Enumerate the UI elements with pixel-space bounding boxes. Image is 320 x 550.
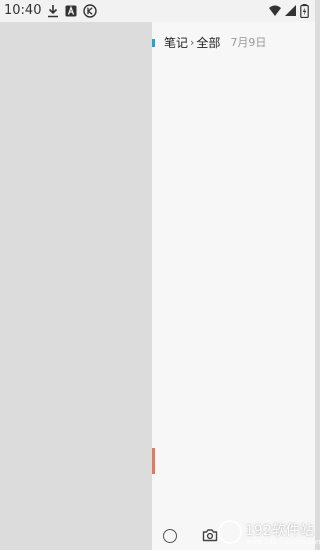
- notes-panel: 笔记 › 全部 7月9日: [152, 22, 315, 550]
- navigation-drawer-scrim[interactable]: [0, 22, 152, 550]
- date-label: 7月9日: [230, 36, 267, 49]
- text-box-icon: [65, 5, 77, 17]
- breadcrumb-separator: ›: [190, 35, 195, 49]
- signal-icon: [285, 5, 296, 16]
- watermark-text: 192软件站: [245, 523, 314, 539]
- breadcrumb-all[interactable]: 全部: [196, 34, 220, 51]
- circle-icon[interactable]: [163, 529, 177, 543]
- camera-icon[interactable]: [202, 528, 218, 542]
- watermark-url: www.192ruanjian.com: [245, 538, 320, 546]
- download-icon: [48, 5, 58, 18]
- status-bar: 10:40: [0, 0, 315, 22]
- battery-charging-icon: [300, 4, 309, 18]
- wifi-icon: [269, 5, 281, 16]
- breadcrumb: 笔记 › 全部 7月9日: [164, 33, 266, 51]
- watermark-logo: [218, 520, 242, 544]
- status-time: 10:40: [4, 3, 42, 18]
- accent-indicator: [152, 39, 155, 47]
- drag-handle[interactable]: [152, 448, 155, 474]
- breadcrumb-notes[interactable]: 笔记: [164, 34, 188, 51]
- k-circle-icon: [83, 4, 97, 18]
- watermark: 192软件站 www.192ruanjian.com: [218, 518, 320, 548]
